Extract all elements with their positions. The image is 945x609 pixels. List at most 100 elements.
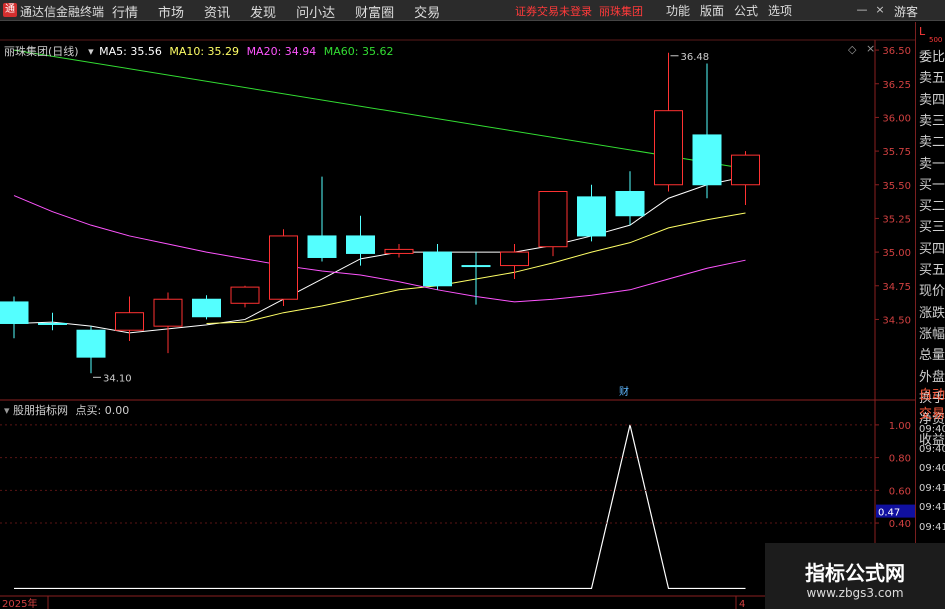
indicator-chevron-icon[interactable]: ▾ [4,404,10,417]
panel-item-15: 外盘 [919,369,945,385]
panel-500-label: 500 [929,36,943,44]
candle-body-8 [307,235,337,258]
panel-time-3: 09:41 [919,482,945,494]
candle-body-11 [423,251,452,287]
indicator-tick-label-1: 0.60 [889,486,911,497]
chevron-down-icon[interactable]: ▾ [88,45,94,58]
panel-item-13: 涨幅 [919,326,945,342]
panel-item-1: 卖五 [919,71,945,87]
panel-item-20: 交易 [919,407,945,422]
candle-body-17 [654,110,683,186]
indicator-value: 点买: 0.00 [75,404,130,417]
watermark-title: 指标公式网 [805,561,905,585]
candle-body-6 [230,286,260,304]
panel-item-10: 买五 [919,263,945,278]
candle-body-2 [76,329,106,358]
price-tick-label-5: 35.75 [882,147,911,158]
right-menu: 功能 版面 公式 选项 [666,2,792,19]
date-axis-right-label: 4 [739,599,745,609]
indicator-header: ▾ 股朋指标网 点买: 0.00 [4,402,129,418]
price-tick-label-4: 35.50 [882,181,911,192]
panel-item-2: 卖四 [919,92,945,108]
watermark-url: www.zbgs3.com [806,586,904,600]
candle-body-12 [461,265,491,268]
app-title: 通达信金融终端 [20,5,105,19]
ma10-label: MA10: 35.29 [169,45,240,58]
panel-item-4: 卖二 [919,135,945,151]
candle-body-5 [192,298,221,318]
site-watermark: 指标公式网 www.zbgs3.com [765,543,945,609]
login-notice[interactable]: 证券交易未登录 丽珠集团 [515,3,643,19]
panel-item-19: 自动 [919,388,945,403]
candle-body-15 [577,196,606,237]
chart-header: 丽珠集团(日线) ▾ MA5: 35.56 MA10: 35.29 MA20: … [4,43,394,59]
panel-item-11: 现价 [919,284,945,300]
indicator-tick-label-3: 1.00 [889,421,911,432]
kline-chart[interactable]: 36.48 34.10 财 34.50 34.75 35.00 35.25 35.50 35.… [0,22,915,609]
login-notice-text: 证券交易未登录 [515,5,592,18]
candle-body-19 [731,154,760,186]
indicator-tick-label-0: 0.40 [889,519,911,530]
right-menu-item-0[interactable]: 功能 [666,2,690,19]
panel-l-label: L [919,25,926,38]
candle-body-14 [538,190,568,248]
stock-title: 丽珠集团(日线) [4,45,79,58]
app-logo-icon: 通 [3,3,17,17]
minimize-icon[interactable]: — [856,4,868,16]
settings-icon[interactable]: ◇ [848,43,856,56]
date-axis-left-label: 2025年 [2,597,37,609]
panel-item-12: 涨跌 [919,305,945,321]
price-tick-label-6: 36.00 [882,113,911,124]
guest-label[interactable]: 游客 [894,3,918,20]
panel-item-9: 买四 [919,241,945,257]
menu-item-3[interactable]: 发现 [250,2,276,21]
indicator-name: 股朋指标网 [13,404,69,417]
close-small-icon[interactable]: × [874,4,886,16]
ma60-label: MA60: 35.62 [323,45,394,58]
panel-time-0: 09:40 [919,424,945,435]
right-menu-item-2[interactable]: 公式 [734,2,758,19]
price-tick-label-3: 35.25 [882,214,911,225]
panel-item-14: 总量 [919,348,945,364]
panel-time-2: 09:40 [919,463,945,475]
panel-time-1: 09:40 [919,443,945,455]
menu-item-5[interactable]: 财富圈 [355,2,394,21]
candle-body-1 [38,322,67,325]
candle-body-4 [153,298,183,327]
candle-body-0 [0,301,29,324]
menu-item-1[interactable]: 市场 [158,2,184,21]
notice-stock: 丽珠集团 [599,5,643,18]
price-tick-label-7: 36.25 [882,80,911,91]
right-menu-item-1[interactable]: 版面 [700,2,724,19]
candle-body-18 [692,134,722,186]
price-tick-label-8: 36.50 [882,46,911,57]
menu-item-4[interactable]: 问小达 [296,2,335,21]
high-price-label: 36.48 [681,52,710,63]
price-tick-label-2: 35.00 [882,248,911,259]
indicator-tick-label-2: 0.80 [889,454,911,465]
panel-item-6: 买一 [919,177,945,193]
candle-body-13 [500,251,529,267]
panel-item-3: 卖三 [919,113,945,129]
menu-item-2[interactable]: 资讯 [204,2,230,21]
current-value-label: 0.47 [878,508,900,519]
panel-time-5: 09:41 [919,522,945,533]
panel-item-0: 委比 [919,50,945,65]
right-menu-item-3[interactable]: 选项 [768,2,792,19]
ma5-label: MA5: 35.56 [99,45,162,58]
candle-body-9 [346,235,375,254]
finance-marker: 财 [619,385,629,398]
menu-item-6[interactable]: 交易 [414,2,440,21]
quote-side-panel: L 500 委比 卖五 卖四 卖三 卖二 卖一 买一 买二 买三 买四 买五 现价 涨跌 涨幅 总量 外盘 换手… [915,22,945,609]
price-tick-label-1: 34.75 [882,282,911,293]
candle-body-16 [615,190,645,217]
candle-body-10 [384,248,414,254]
close-icon[interactable]: × [866,42,875,55]
menu-item-0[interactable]: 行情 [112,2,138,21]
main-menu: 行情 市场 资讯 发现 问小达 财富圈 交易 [112,2,440,21]
panel-item-5: 卖一 [919,156,945,172]
price-tick-label-0: 34.50 [882,315,911,326]
panel-item-8: 买三 [919,220,945,236]
candle-body-3 [115,312,144,331]
ma20-label: MA20: 34.94 [246,45,317,58]
